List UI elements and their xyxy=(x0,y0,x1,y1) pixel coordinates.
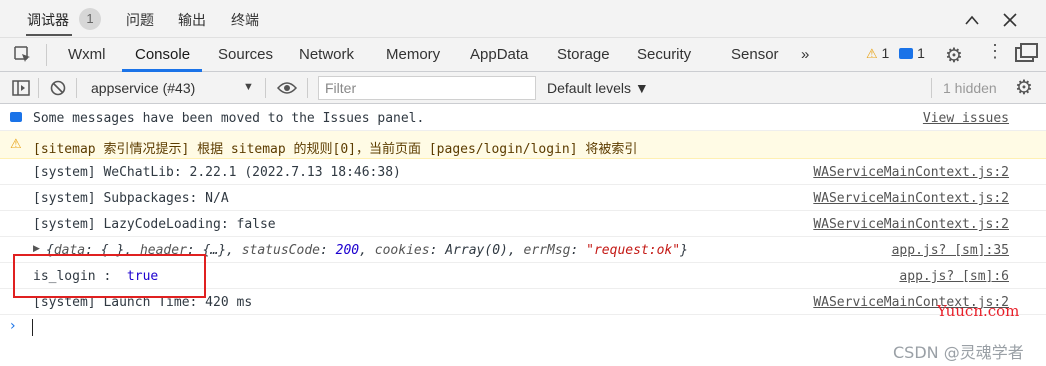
toolbar-divider xyxy=(307,78,308,98)
console-message: [system] Subpackages: N/A WAServiceMainC… xyxy=(0,185,1046,211)
info-count: 1 xyxy=(917,45,925,61)
debugger-badge: 1 xyxy=(79,8,101,30)
warning-icon: ⚠ xyxy=(10,137,22,152)
tab-appdata[interactable]: AppData xyxy=(470,46,528,63)
inspect-element-icon[interactable] xyxy=(14,46,32,67)
panel-tabs-bar: Wxml Console Sources Network Memory AppD… xyxy=(0,38,1046,72)
console-settings-gear-icon[interactable]: ⚙ xyxy=(1015,75,1033,100)
console-message: [system] LazyCodeLoading: false WAServic… xyxy=(0,211,1046,237)
context-dropdown-icon[interactable]: ▼ xyxy=(243,81,254,93)
tab-memory[interactable]: Memory xyxy=(386,46,440,63)
toolbar-divider xyxy=(46,44,47,66)
active-tab-underline xyxy=(26,34,72,36)
source-link[interactable]: WAServiceMainContext.js:2 xyxy=(813,191,1009,206)
console-message: [system] WeChatLib: 2.22.1 (2022.7.13 18… xyxy=(0,159,1046,185)
annotation-highlight-box xyxy=(13,254,206,298)
tab-wxml[interactable]: Wxml xyxy=(68,46,106,63)
tab-network[interactable]: Network xyxy=(299,46,354,63)
warning-icon: ⚠ xyxy=(866,46,878,61)
toolbar-divider xyxy=(265,78,266,98)
expand-object-icon[interactable]: ▶ xyxy=(33,244,40,254)
toolbar-divider xyxy=(76,78,77,98)
filter-input[interactable] xyxy=(318,76,536,100)
tab-security[interactable]: Security xyxy=(637,46,691,63)
sidebar-toggle-icon[interactable] xyxy=(12,80,30,99)
context-selector[interactable]: appservice (#43) xyxy=(91,80,195,96)
collapse-panel-icon[interactable] xyxy=(965,12,979,28)
toolbar-divider xyxy=(931,78,932,98)
tab-storage[interactable]: Storage xyxy=(557,46,610,63)
close-icon[interactable] xyxy=(1003,9,1017,32)
log-levels-dropdown[interactable]: Default levels ▼ xyxy=(547,80,649,96)
console-prompt-icon: › xyxy=(10,318,16,334)
settings-gear-icon[interactable]: ⚙ xyxy=(945,43,963,68)
tab-terminal[interactable]: 终端 xyxy=(231,10,259,30)
source-link[interactable]: app.js? [sm]:35 xyxy=(892,243,1009,258)
undock-icon[interactable] xyxy=(1015,43,1038,62)
devtools-top-bar: 调试器 1 问题 输出 终端 xyxy=(0,0,1046,38)
tab-console[interactable]: Console xyxy=(135,46,190,63)
console-input-cursor[interactable] xyxy=(32,319,33,336)
more-tabs-button[interactable]: » xyxy=(801,46,809,63)
info-message-icon xyxy=(899,48,914,59)
source-link[interactable]: WAServiceMainContext.js:2 xyxy=(813,217,1009,232)
console-warning: ⚠ [sitemap 索引情况提示] 根据 sitemap 的规则[0]，当前页… xyxy=(0,131,1046,159)
source-link[interactable]: app.js? [sm]:6 xyxy=(899,269,1009,284)
tab-output[interactable]: 输出 xyxy=(178,10,206,30)
toolbar-divider xyxy=(38,78,39,98)
watermark-site: Yuucn.com xyxy=(937,302,1020,320)
tab-issues[interactable]: 问题 xyxy=(126,10,154,30)
console-message: Some messages have been moved to the Iss… xyxy=(0,104,1046,131)
console-toolbar: appservice (#43) ▼ Default levels ▼ 1 hi… xyxy=(0,72,1046,104)
issue-counters[interactable]: ⚠ 1 1 xyxy=(866,45,925,62)
view-issues-link[interactable]: View issues xyxy=(923,111,1009,126)
tab-sensor[interactable]: Sensor xyxy=(731,46,779,63)
live-expression-eye-icon[interactable] xyxy=(276,81,298,98)
console-output: Some messages have been moved to the Iss… xyxy=(0,104,1046,366)
more-options-icon[interactable]: ⋮ xyxy=(986,42,1004,60)
tab-debugger[interactable]: 调试器 xyxy=(27,10,69,30)
tab-sources[interactable]: Sources xyxy=(218,46,273,63)
source-link[interactable]: WAServiceMainContext.js:2 xyxy=(813,165,1009,180)
watermark-author: CSDN @灵魂学者 xyxy=(893,343,1024,362)
info-icon xyxy=(10,112,22,122)
clear-console-icon[interactable] xyxy=(50,80,66,99)
hidden-messages-count: 1 hidden xyxy=(943,80,997,96)
warning-count: 1 xyxy=(881,45,890,61)
